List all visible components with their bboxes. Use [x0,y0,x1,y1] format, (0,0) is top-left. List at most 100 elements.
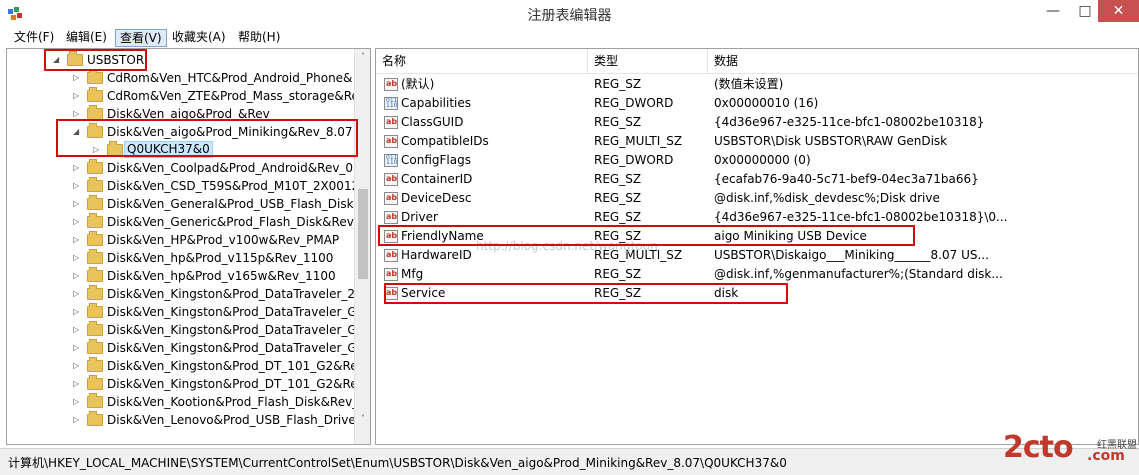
tree-item-selected-instance[interactable]: ▷ Q0UKCH37&0 [7,141,355,159]
tree-item[interactable]: ▷ Disk&Ven_Kingston&Prod_DataTraveler_2. [7,285,359,303]
tree-item[interactable]: ▷ Disk&Ven_HP&Prod_v100w&Rev_PMAP [7,231,355,249]
value-row[interactable]: ab Mfg REG_SZ @disk.inf,%genmanufacturer… [376,265,1138,284]
column-header-type[interactable]: 类型 [588,49,708,73]
folder-icon [87,267,103,282]
tree-item[interactable]: ▷ Disk&Ven_Generic&Prod_Flash_Disk&Rev_8 [7,213,367,231]
tree-item[interactable]: ▷ Disk&Ven_Kingston&Prod_DataTraveler_G2 [7,303,364,321]
menu-help[interactable]: 帮助(H) [234,29,284,47]
folder-icon [107,141,123,156]
close-button[interactable]: ✕ [1098,0,1139,22]
folder-icon [87,87,103,102]
value-row[interactable]: 011 110 ConfigFlags REG_DWORD 0x00000000 … [376,151,1138,170]
column-header-data[interactable]: 数据 [708,49,1128,73]
expand-arrow-icon[interactable]: ▷ [73,357,83,375]
tree-item-label: Disk&Ven_Generic&Prod_Flash_Disk&Rev_8 [107,215,368,229]
tree-item[interactable]: ▷ Disk&Ven_hp&Prod_v165w&Rev_1100 [7,267,355,285]
value-row[interactable]: ab Driver REG_SZ {4d36e967-e325-11ce-bfc… [376,208,1138,227]
folder-icon [87,303,103,318]
value-type: REG_DWORD [594,96,674,110]
value-name: ContainerID [401,172,473,186]
expand-arrow-icon[interactable]: ▷ [73,303,83,321]
tree-item-aigo-miniking[interactable]: ◢ Disk&Ven_aigo&Prod_Miniking&Rev_8.07 [7,123,355,141]
scroll-thumb[interactable] [358,189,368,279]
expand-arrow-icon[interactable]: ▷ [73,231,83,249]
menu-file[interactable]: 文件(F) [10,29,58,47]
tree-item[interactable]: ▷ Disk&Ven_Kingston&Prod_DataTraveler_G3 [7,339,364,357]
tree-item-usbstor[interactable]: ◢ USBSTOR [7,51,355,69]
maximize-button[interactable]: □ [1072,0,1098,22]
value-row[interactable]: ab CompatibleIDs REG_MULTI_SZ USBSTOR\Di… [376,132,1138,151]
tree-item[interactable]: ▷ Disk&Ven_Coolpad&Prod_Android&Rev_0 [7,159,355,177]
expand-arrow-icon[interactable]: ▷ [73,321,83,339]
title-bar: 注册表编辑器 — □ ✕ [0,0,1139,28]
tree-item[interactable]: ▷ Disk&Ven_hp&Prod_v115p&Rev_1100 [7,249,355,267]
binary-value-icon: 011 110 [384,97,398,110]
tree-item[interactable]: ▷ CdRom&Ven_ZTE&Prod_Mass_storage&Re [7,87,359,105]
tree-item[interactable]: ▷ Disk&Ven_aigo&Prod_&Rev_ [7,105,355,123]
expand-arrow-icon[interactable]: ▷ [73,87,83,105]
value-data: USBSTOR\Disk USBSTOR\RAW GenDisk [714,134,948,148]
tree-vertical-scrollbar[interactable]: ˄ ˅ [354,49,370,444]
menu-edit[interactable]: 编辑(E) [62,29,111,47]
string-value-icon: ab [384,78,398,91]
expand-arrow-icon[interactable]: ▷ [73,249,83,267]
value-row-service[interactable]: ab Service REG_SZ disk [376,284,1138,303]
value-row[interactable]: 011 110 Capabilities REG_DWORD 0x00000010… [376,94,1138,113]
status-path: 计算机\HKEY_LOCAL_MACHINE\SYSTEM\CurrentCon… [8,456,787,470]
value-name: CompatibleIDs [401,134,489,148]
menu-view[interactable]: 查看(V) [115,29,167,47]
folder-icon [87,69,103,84]
value-name: (默认) [401,77,435,91]
expand-arrow-icon[interactable]: ▷ [73,195,83,213]
value-row[interactable]: ab ClassGUID REG_SZ {4d36e967-e325-11ce-… [376,113,1138,132]
tree-item-label: Disk&Ven_Kingston&Prod_DataTraveler_G3 [107,323,365,337]
tree-item[interactable]: ▷ Disk&Ven_General&Prod_USB_Flash_Disk& [7,195,363,213]
expand-arrow-icon[interactable]: ▷ [73,69,83,87]
scroll-down-icon[interactable]: ˅ [355,411,370,427]
column-header-name[interactable]: 名称 [376,49,588,73]
string-value-icon: ab [384,116,398,129]
expand-arrow-icon[interactable]: ▷ [73,285,83,303]
collapse-arrow-icon[interactable]: ◢ [73,123,83,141]
value-row[interactable]: ab DeviceDesc REG_SZ @disk.inf,%disk_dev… [376,189,1138,208]
expand-arrow-icon[interactable]: ▷ [73,105,83,123]
minimize-button[interactable]: — [1040,0,1066,22]
tree-item[interactable]: ▷ Disk&Ven_CSD_T59S&Prod_M10T_2X00128 [7,177,367,195]
values-list[interactable]: 名称 类型 数据 ab (默认) REG_SZ (数值未设置) 011 110 C… [375,48,1139,445]
value-name: ConfigFlags [401,153,471,167]
folder-icon [87,159,103,174]
tree-item-label: Disk&Ven_HP&Prod_v100w&Rev_PMAP [107,233,340,247]
folder-icon [87,105,103,120]
site-logo: 2cto .com 红黑联盟 [1003,428,1139,475]
registry-tree[interactable]: ◢ USBSTOR ▷ CdRom&Ven_HTC&Prod_Android_P… [6,48,371,445]
value-data: aigo Miniking USB Device [714,229,867,243]
expand-arrow-icon[interactable]: ▷ [73,339,83,357]
scroll-up-icon[interactable]: ˄ [355,49,370,65]
expand-arrow-icon[interactable]: ▷ [73,177,83,195]
folder-icon [87,195,103,210]
expand-arrow-icon[interactable]: ▷ [73,159,83,177]
expand-arrow-icon[interactable]: ▷ [73,411,83,429]
expand-arrow-icon[interactable]: ▷ [73,213,83,231]
window-title: 注册表编辑器 [527,8,612,24]
value-data: {ecafab76-9a40-5c71-bef9-04ec3a71ba66} [714,172,979,186]
tree-item[interactable]: ▷ Disk&Ven_Kingston&Prod_DataTraveler_G3 [7,321,364,339]
collapse-arrow-icon[interactable]: ◢ [53,51,63,69]
expand-arrow-icon[interactable]: ▷ [73,267,83,285]
value-row[interactable]: ab ContainerID REG_SZ {ecafab76-9a40-5c7… [376,170,1138,189]
tree-item[interactable]: ▷ Disk&Ven_Lenovo&Prod_USB_Flash_Drive& [7,411,365,429]
tree-item[interactable]: ▷ Disk&Ven_Kootion&Prod_Flash_Disk&Rev_ [7,393,358,411]
tree-item-label: Disk&Ven_Kingston&Prod_DT_101_G2&Rev [107,359,365,373]
tree-item[interactable]: ▷ Disk&Ven_Kingston&Prod_DT_101_G2&Rev [7,375,365,393]
value-row[interactable]: ab (默认) REG_SZ (数值未设置) [376,75,1138,94]
expand-arrow-icon[interactable]: ▷ [73,393,83,411]
menu-favorites[interactable]: 收藏夹(A) [168,29,230,47]
logo-text: 2cto [1003,430,1074,465]
expand-arrow-icon[interactable]: ▷ [93,141,103,159]
expand-arrow-icon[interactable]: ▷ [73,375,83,393]
tree-item[interactable]: ▷ Disk&Ven_Kingston&Prod_DT_101_G2&Rev [7,357,365,375]
value-data: @disk.inf,%genmanufacturer%;(Standard di… [714,267,1003,281]
menu-bar: 文件(F) 编辑(E) 查看(V) 收藏夹(A) 帮助(H) [0,28,1139,48]
tree-item[interactable]: ▷ CdRom&Ven_HTC&Prod_Android_Phone& [7,69,355,87]
value-name: Mfg [401,267,424,281]
